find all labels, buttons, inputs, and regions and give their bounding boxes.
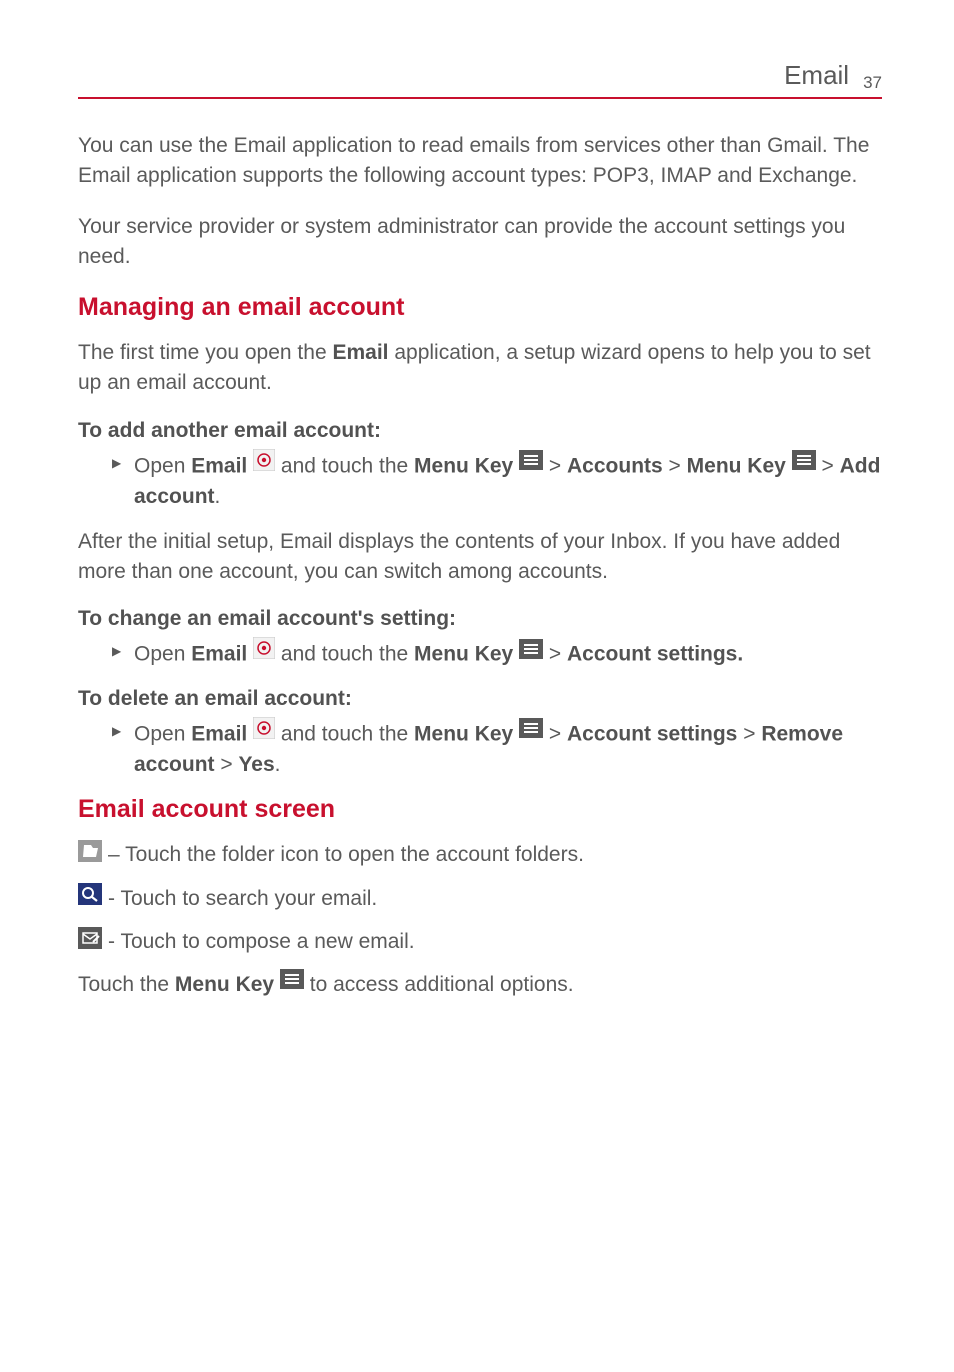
bold-text: Menu Key	[414, 722, 519, 745]
add-account-steps: Open Email and touch the Menu Key > Acco…	[78, 451, 882, 513]
text: - Touch to search your email.	[108, 884, 377, 914]
list-item: Open Email and touch the Menu Key > Acco…	[112, 451, 882, 513]
folder-icon	[78, 840, 102, 871]
compose-icon-line: - Touch to compose a new email.	[78, 927, 882, 958]
text: >	[215, 753, 239, 776]
menu-key-line: Touch the Menu Key to access additional …	[78, 970, 882, 1001]
change-account-heading: To change an email account's setting:	[78, 607, 882, 631]
document-page: Email 37 You can use the Email applicati…	[0, 0, 954, 1061]
change-account-steps: Open Email and touch the Menu Key > Acco…	[78, 639, 882, 670]
bold-text: Email	[191, 454, 253, 477]
text: >	[816, 454, 840, 477]
text: >	[663, 454, 687, 477]
text: The first time you open the	[78, 341, 332, 364]
page-header: Email 37	[78, 60, 882, 99]
page-number: 37	[863, 73, 882, 93]
menu-key-icon	[792, 449, 816, 479]
bold-text: Menu Key	[414, 454, 519, 477]
compose-icon	[78, 927, 102, 958]
section-managing-title: Managing an email account	[78, 293, 882, 322]
bold-text: Accounts	[567, 454, 663, 477]
email-app-icon	[253, 717, 275, 748]
list-item: Open Email and touch the Menu Key > Acco…	[112, 639, 882, 670]
intro-paragraph-2: Your service provider or system administ…	[78, 212, 882, 273]
after-setup-paragraph: After the initial setup, Email displays …	[78, 527, 882, 588]
add-account-heading: To add another email account:	[78, 419, 882, 443]
folder-icon-line: – Touch the folder icon to open the acco…	[78, 840, 882, 871]
text: Open	[134, 722, 191, 745]
bold-text: Account settings	[567, 722, 737, 745]
text: – Touch the folder icon to open the acco…	[108, 840, 584, 870]
delete-account-heading: To delete an email account:	[78, 687, 882, 711]
intro-paragraph-1: You can use the Email application to rea…	[78, 131, 882, 192]
text: - Touch to compose a new email.	[108, 927, 415, 957]
bold-text: Yes	[238, 753, 274, 776]
email-app-icon	[253, 449, 275, 480]
bold-email: Email	[332, 341, 388, 364]
bold-text: Menu Key	[687, 454, 792, 477]
text: Touch the	[78, 973, 175, 996]
header-title: Email	[784, 60, 849, 91]
menu-key-icon	[519, 638, 543, 668]
text: >	[543, 643, 567, 666]
text: >	[737, 722, 761, 745]
bold-text: Account settings.	[567, 643, 743, 666]
managing-intro: The first time you open the Email applic…	[78, 338, 882, 399]
bold-text: Email	[191, 722, 253, 745]
search-icon	[78, 883, 102, 914]
text: to access additional options.	[304, 973, 574, 996]
menu-key-icon	[519, 717, 543, 747]
search-icon-line: - Touch to search your email.	[78, 883, 882, 914]
text: Open	[134, 454, 191, 477]
text: >	[543, 722, 567, 745]
text: and touch the	[275, 722, 414, 745]
delete-account-steps: Open Email and touch the Menu Key > Acco…	[78, 719, 882, 781]
section-screen-title: Email account screen	[78, 795, 882, 824]
bold-text: Menu Key	[414, 643, 519, 666]
text: >	[543, 454, 567, 477]
menu-key-icon	[280, 968, 304, 998]
text: and touch the	[275, 454, 414, 477]
bold-text: Email	[191, 643, 253, 666]
text: .	[275, 753, 281, 776]
email-app-icon	[253, 637, 275, 668]
list-item: Open Email and touch the Menu Key > Acco…	[112, 719, 882, 781]
bold-text: Menu Key	[175, 973, 280, 996]
text: .	[215, 485, 221, 508]
text: and touch the	[275, 643, 414, 666]
menu-key-icon	[519, 449, 543, 479]
text: Open	[134, 643, 191, 666]
